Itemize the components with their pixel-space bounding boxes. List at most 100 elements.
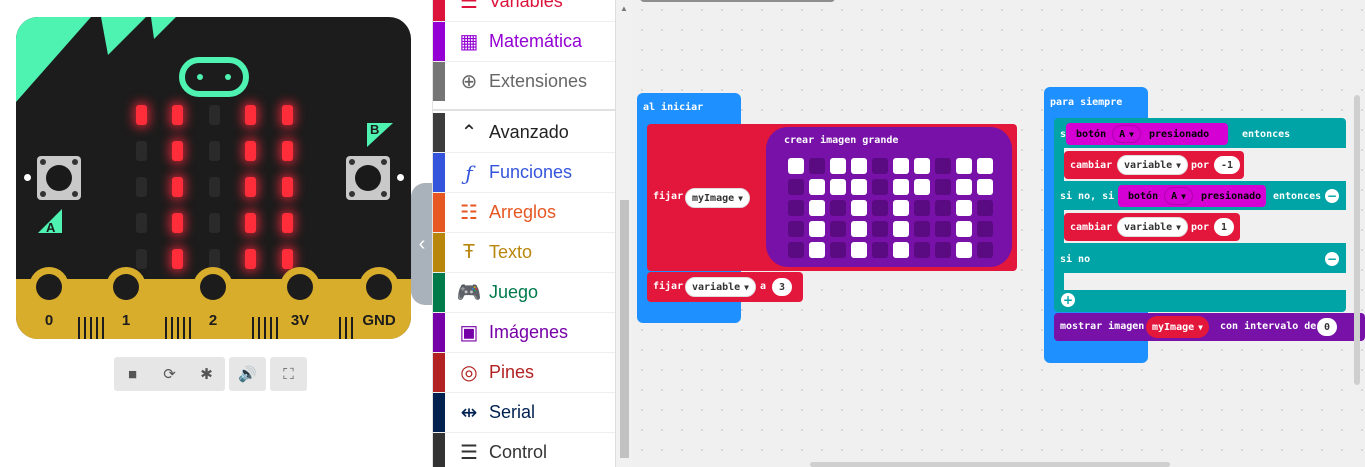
toolbox-scroll-thumb[interactable] bbox=[620, 200, 629, 458]
toolbox-scrollbar[interactable]: ▲ bbox=[615, 0, 632, 467]
create-big-image-block[interactable]: crear imagen grande bbox=[766, 127, 1012, 267]
image-grid-cell[interactable] bbox=[788, 158, 804, 174]
category-control[interactable]: ☰ Control bbox=[433, 433, 615, 467]
category-pins[interactable]: ◎ Pines bbox=[433, 353, 615, 393]
image-grid-cell[interactable] bbox=[830, 179, 846, 195]
myimage-variable-dropdown[interactable]: myImage ▼ bbox=[1146, 316, 1209, 338]
image-grid-cell[interactable] bbox=[809, 242, 825, 258]
microbit-board[interactable]: A B 0 1 2 3V GND bbox=[16, 17, 411, 339]
image-grid-cell[interactable] bbox=[830, 158, 846, 174]
image-grid-cell[interactable] bbox=[893, 200, 909, 216]
image-grid-cell[interactable] bbox=[872, 242, 888, 258]
volume-button[interactable]: 🔊 bbox=[229, 357, 266, 391]
workspace-vertical-scrollbar[interactable] bbox=[1354, 95, 1360, 385]
variable-dropdown[interactable]: variable ▼ bbox=[685, 277, 756, 297]
image-grid-cell[interactable] bbox=[872, 200, 888, 216]
image-grid-cell[interactable] bbox=[956, 242, 972, 258]
change-variable-block[interactable]: cambiar variable ▼ por 1 bbox=[1064, 213, 1240, 241]
button-a[interactable] bbox=[37, 156, 81, 200]
image-grid-cell[interactable] bbox=[788, 221, 804, 237]
image-grid-cell[interactable] bbox=[788, 200, 804, 216]
value-input[interactable]: 1 bbox=[1214, 218, 1235, 236]
button-a-dropdown[interactable]: A ▼ bbox=[1164, 187, 1193, 205]
value-input[interactable]: 3 bbox=[772, 278, 793, 296]
image-grid-cell[interactable] bbox=[893, 242, 909, 258]
image-grid-cell[interactable] bbox=[851, 242, 867, 258]
category-variables[interactable]: ☰ Variables bbox=[433, 0, 615, 22]
variable-dropdown[interactable]: variable ▼ bbox=[1117, 155, 1188, 175]
category-text[interactable]: Ŧ Texto bbox=[433, 233, 615, 273]
button-a-pressed-condition[interactable]: botón A ▼ presionado bbox=[1118, 185, 1266, 207]
image-grid-cell[interactable] bbox=[893, 179, 909, 195]
image-grid-cell[interactable] bbox=[872, 221, 888, 237]
category-functions[interactable]: ƒ Funciones bbox=[433, 153, 615, 193]
collapse-simulator-button[interactable]: ‹ bbox=[411, 183, 433, 305]
image-grid-cell[interactable] bbox=[977, 242, 993, 258]
fullscreen-button[interactable]: ⛶ bbox=[270, 357, 307, 391]
image-grid-cell[interactable] bbox=[914, 158, 930, 174]
show-image-block[interactable]: mostrar imagen myImage ▼ con intervalo de… bbox=[1054, 313, 1365, 341]
workspace-horizontal-scrollbar[interactable] bbox=[810, 462, 1170, 467]
image-grid-cell[interactable] bbox=[914, 200, 930, 216]
workspace-top-scrollbar[interactable] bbox=[640, 0, 835, 2]
image-grid-cell[interactable] bbox=[935, 200, 951, 216]
image-grid-cell[interactable] bbox=[977, 221, 993, 237]
image-grid-cell[interactable] bbox=[956, 221, 972, 237]
image-grid-cell[interactable] bbox=[956, 179, 972, 195]
button-b[interactable] bbox=[346, 156, 390, 200]
restart-button[interactable]: ⟳ bbox=[151, 357, 188, 391]
image-grid-cell[interactable] bbox=[893, 158, 909, 174]
image-grid-cell[interactable] bbox=[830, 242, 846, 258]
category-images[interactable]: ▣ Imágenes bbox=[433, 313, 615, 353]
add-elseif-icon[interactable]: + bbox=[1061, 293, 1075, 307]
category-serial[interactable]: ⇹ Serial bbox=[433, 393, 615, 433]
logo-touch-icon[interactable] bbox=[179, 57, 249, 97]
image-grid-cell[interactable] bbox=[935, 158, 951, 174]
myimage-variable-dropdown[interactable]: myImage ▼ bbox=[685, 188, 750, 208]
image-grid-cell[interactable] bbox=[851, 200, 867, 216]
image-grid-cell[interactable] bbox=[977, 179, 993, 195]
value-input[interactable]: 0 bbox=[1317, 318, 1338, 336]
button-a-pressed-condition[interactable]: botón A ▼ presionado bbox=[1066, 123, 1228, 145]
button-a-dropdown[interactable]: A ▼ bbox=[1112, 125, 1141, 143]
category-game[interactable]: 🎮 Juego bbox=[433, 273, 615, 313]
stop-button[interactable]: ■ bbox=[114, 357, 151, 391]
set-variable-block[interactable]: fijar variable ▼ a 3 bbox=[647, 272, 803, 302]
image-grid-cell[interactable] bbox=[872, 158, 888, 174]
image-grid-cell[interactable] bbox=[809, 221, 825, 237]
image-grid-cell[interactable] bbox=[893, 221, 909, 237]
change-variable-block[interactable]: cambiar variable ▼ por -1 bbox=[1064, 151, 1244, 179]
image-grid-cell[interactable] bbox=[914, 221, 930, 237]
image-grid-cell[interactable] bbox=[935, 242, 951, 258]
image-grid-cell[interactable] bbox=[956, 158, 972, 174]
category-arrays[interactable]: ☷ Arreglos bbox=[433, 193, 615, 233]
image-grid-cell[interactable] bbox=[830, 221, 846, 237]
category-extensions[interactable]: ⊕ Extensiones bbox=[433, 62, 615, 102]
blocks-workspace[interactable]: al iniciar fijar myImage▼ a crear imagen… bbox=[632, 0, 1365, 467]
image-grid-cell[interactable] bbox=[935, 179, 951, 195]
image-grid-cell[interactable] bbox=[809, 200, 825, 216]
remove-else-icon[interactable]: − bbox=[1325, 252, 1339, 266]
image-grid-cell[interactable] bbox=[872, 179, 888, 195]
image-grid-cell[interactable] bbox=[935, 221, 951, 237]
image-grid-cell[interactable] bbox=[809, 158, 825, 174]
value-input[interactable]: -1 bbox=[1214, 156, 1241, 174]
image-grid-cell[interactable] bbox=[914, 242, 930, 258]
image-grid-cell[interactable] bbox=[830, 200, 846, 216]
image-grid-cell[interactable] bbox=[809, 179, 825, 195]
image-grid-cell[interactable] bbox=[851, 221, 867, 237]
image-grid-cell[interactable] bbox=[851, 179, 867, 195]
variable-dropdown[interactable]: variable ▼ bbox=[1117, 217, 1188, 237]
scroll-up-icon[interactable]: ▲ bbox=[620, 4, 628, 13]
debug-button[interactable]: ✱ bbox=[188, 357, 225, 391]
image-grid-cell[interactable] bbox=[914, 179, 930, 195]
category-advanced[interactable]: ⌃ Avanzado bbox=[433, 113, 615, 153]
image-grid-cell[interactable] bbox=[977, 158, 993, 174]
image-grid-cell[interactable] bbox=[851, 158, 867, 174]
image-grid-cell[interactable] bbox=[977, 200, 993, 216]
image-grid-cell[interactable] bbox=[956, 200, 972, 216]
image-grid-cell[interactable] bbox=[788, 179, 804, 195]
image-grid-cell[interactable] bbox=[788, 242, 804, 258]
category-math[interactable]: ▦ Matemática bbox=[433, 22, 615, 62]
remove-elseif-icon[interactable]: − bbox=[1325, 189, 1339, 203]
